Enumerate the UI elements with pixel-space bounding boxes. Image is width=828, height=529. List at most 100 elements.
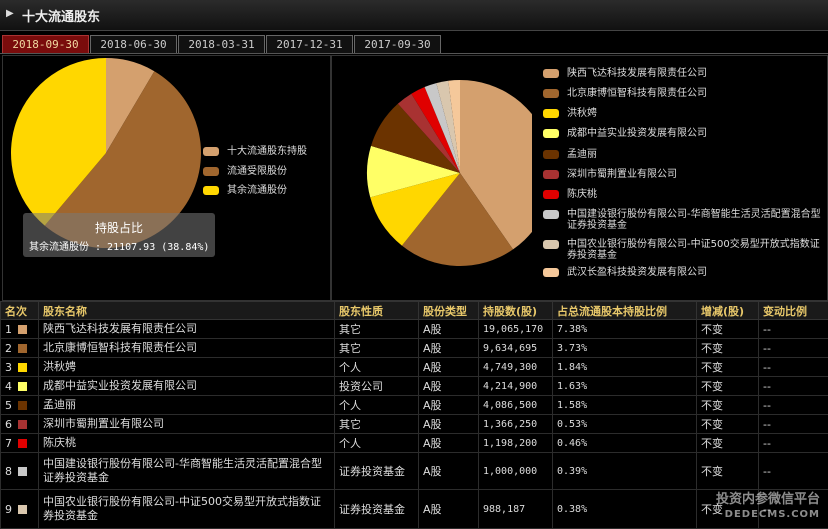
top10-holders-table: 名次 股东名称 股东性质 股份类型 持股数(股) 占总流通股本持股比例 增减(股… bbox=[0, 301, 828, 529]
tab-divider bbox=[0, 53, 828, 54]
col-rank[interactable]: 名次 bbox=[1, 302, 39, 320]
cell-rank: 1 bbox=[1, 320, 39, 339]
cell-ratio: 1.84% bbox=[553, 358, 697, 377]
table-row[interactable]: 3洪秋娉个人A股4,749,3001.84%不变-- bbox=[1, 358, 828, 377]
cell-change-ratio: -- bbox=[759, 453, 828, 490]
legend-swatch bbox=[543, 69, 559, 78]
legend-item-holder-8[interactable]: 中国建设银行股份有限公司-华商智能生活灵活配置混合型证券投资基金 bbox=[543, 209, 823, 231]
table-row[interactable]: 5孟迪丽个人A股4,086,5001.58%不变-- bbox=[1, 396, 828, 415]
cell-shares: 4,214,900 bbox=[479, 377, 553, 396]
watermark-line1: 投资内参微信平台 bbox=[716, 492, 820, 507]
legend-item-holder-2[interactable]: 北京康博恒智科技有限责任公司 bbox=[543, 88, 823, 99]
table-row[interactable]: 1陕西飞达科技发展有限责任公司其它A股19,065,1707.38%不变-- bbox=[1, 320, 828, 339]
cell-change: 不变 bbox=[697, 434, 759, 453]
legend-swatch bbox=[543, 89, 559, 98]
cell-nature: 其它 bbox=[335, 415, 419, 434]
cell-rank: 6 bbox=[1, 415, 39, 434]
cell-change-ratio: -- bbox=[759, 358, 828, 377]
legend-item-holder-3[interactable]: 洪秋娉 bbox=[543, 108, 823, 119]
cell-ratio: 7.38% bbox=[553, 320, 697, 339]
legend-item-holder-9[interactable]: 中国农业银行股份有限公司-中证500交易型开放式指数证券投资基金 bbox=[543, 239, 823, 261]
col-name[interactable]: 股东名称 bbox=[39, 302, 335, 320]
cell-shares: 1,198,200 bbox=[479, 434, 553, 453]
cell-ratio: 0.38% bbox=[553, 490, 697, 529]
legend-swatch bbox=[543, 268, 559, 277]
collapse-arrow-icon[interactable]: ▶ bbox=[6, 8, 14, 19]
legend-label: 中国农业银行股份有限公司-中证500交易型开放式指数证券投资基金 bbox=[567, 239, 823, 261]
cell-shares: 1,000,000 bbox=[479, 453, 553, 490]
row-color-swatch bbox=[18, 344, 27, 353]
tab-2018-09-30[interactable]: 2018-09-30 bbox=[2, 35, 89, 53]
table-row[interactable]: 9中国农业银行股份有限公司-中证500交易型开放式指数证券投资基金证券投资基金A… bbox=[1, 490, 828, 529]
table-row[interactable]: 8中国建设银行股份有限公司-华商智能生活灵活配置混合型证券投资基金证券投资基金A… bbox=[1, 453, 828, 490]
cell-change: 不变 bbox=[697, 320, 759, 339]
cell-type: A股 bbox=[419, 377, 479, 396]
legend-swatch bbox=[543, 210, 559, 219]
col-nature[interactable]: 股东性质 bbox=[335, 302, 419, 320]
cell-change-ratio: -- bbox=[759, 415, 828, 434]
cell-rank: 8 bbox=[1, 453, 39, 490]
cell-change-ratio: -- bbox=[759, 377, 828, 396]
cell-change: 不变 bbox=[697, 453, 759, 490]
holding-ratio-pie-chart[interactable] bbox=[3, 56, 330, 300]
table-row[interactable]: 2北京康博恒智科技有限责任公司其它A股9,634,6953.73%不变-- bbox=[1, 339, 828, 358]
cell-shares: 988,187 bbox=[479, 490, 553, 529]
cell-change: 不变 bbox=[697, 396, 759, 415]
legend-label: 深圳市蜀荆置业有限公司 bbox=[567, 169, 823, 180]
legend-item-holder-4[interactable]: 成都中益实业投资发展有限公司 bbox=[543, 128, 823, 139]
row-color-swatch bbox=[18, 363, 27, 372]
cell-rank: 5 bbox=[1, 396, 39, 415]
cell-change: 不变 bbox=[697, 415, 759, 434]
legend-label: 陕西飞达科技发展有限责任公司 bbox=[567, 68, 823, 79]
legend-swatch bbox=[543, 150, 559, 159]
cell-ratio: 1.63% bbox=[553, 377, 697, 396]
cell-change-ratio: -- bbox=[759, 320, 828, 339]
legend-label: 中国建设银行股份有限公司-华商智能生活灵活配置混合型证券投资基金 bbox=[567, 209, 823, 231]
legend-label: 北京康博恒智科技有限责任公司 bbox=[567, 88, 823, 99]
cell-shares: 4,749,300 bbox=[479, 358, 553, 377]
cell-rank: 4 bbox=[1, 377, 39, 396]
legend-item-holder-10[interactable]: 武汉长盈科技投资发展有限公司 bbox=[543, 267, 823, 278]
legend-item-holder-7[interactable]: 陈庆桃 bbox=[543, 189, 823, 200]
cell-rank: 7 bbox=[1, 434, 39, 453]
cell-name: 北京康博恒智科技有限责任公司 bbox=[39, 339, 335, 358]
legend-label: 成都中益实业投资发展有限公司 bbox=[567, 128, 823, 139]
legend-item-other[interactable]: 其余流通股份 bbox=[203, 185, 287, 197]
cell-ratio: 1.58% bbox=[553, 396, 697, 415]
cell-name: 陕西飞达科技发展有限责任公司 bbox=[39, 320, 335, 339]
row-color-swatch bbox=[18, 382, 27, 391]
legend-item-holder-1[interactable]: 陕西飞达科技发展有限责任公司 bbox=[543, 68, 823, 79]
legend-item-restricted[interactable]: 流通受限股份 bbox=[203, 166, 287, 178]
top10-holders-pie-chart[interactable] bbox=[332, 56, 532, 300]
col-change-ratio[interactable]: 变动比例 bbox=[759, 302, 828, 320]
tab-2018-03-31[interactable]: 2018-03-31 bbox=[178, 35, 265, 53]
col-type[interactable]: 股份类型 bbox=[419, 302, 479, 320]
tab-2018-06-30[interactable]: 2018-06-30 bbox=[90, 35, 177, 53]
tab-2017-09-30[interactable]: 2017-09-30 bbox=[354, 35, 441, 53]
cell-type: A股 bbox=[419, 415, 479, 434]
legend-item-top10[interactable]: 十大流通股东持股 bbox=[203, 146, 307, 158]
row-color-swatch bbox=[18, 325, 27, 334]
table-row[interactable]: 6深圳市蜀荆置业有限公司其它A股1,366,2500.53%不变-- bbox=[1, 415, 828, 434]
cell-name: 中国建设银行股份有限公司-华商智能生活灵活配置混合型证券投资基金 bbox=[39, 453, 335, 490]
legend-swatch bbox=[543, 109, 559, 118]
cell-type: A股 bbox=[419, 396, 479, 415]
cell-type: A股 bbox=[419, 339, 479, 358]
table-row[interactable]: 4成都中益实业投资发展有限公司投资公司A股4,214,9001.63%不变-- bbox=[1, 377, 828, 396]
row-color-swatch bbox=[18, 467, 27, 476]
cell-type: A股 bbox=[419, 358, 479, 377]
table-row[interactable]: 7陈庆桃个人A股1,198,2000.46%不变-- bbox=[1, 434, 828, 453]
row-color-swatch bbox=[18, 439, 27, 448]
cell-change: 不变 bbox=[697, 339, 759, 358]
panel-title: 十大流通股东 bbox=[22, 6, 100, 25]
col-shares[interactable]: 持股数(股) bbox=[479, 302, 553, 320]
legend-swatch bbox=[203, 147, 219, 156]
col-change[interactable]: 增减(股) bbox=[697, 302, 759, 320]
cell-nature: 个人 bbox=[335, 396, 419, 415]
row-color-swatch bbox=[18, 420, 27, 429]
top10-holders-panel: 陕西飞达科技发展有限责任公司北京康博恒智科技有限责任公司洪秋娉成都中益实业投资发… bbox=[331, 55, 828, 301]
legend-item-holder-6[interactable]: 深圳市蜀荆置业有限公司 bbox=[543, 169, 823, 180]
tab-2017-12-31[interactable]: 2017-12-31 bbox=[266, 35, 353, 53]
legend-item-holder-5[interactable]: 孟迪丽 bbox=[543, 149, 823, 160]
col-ratio[interactable]: 占总流通股本持股比例 bbox=[553, 302, 697, 320]
